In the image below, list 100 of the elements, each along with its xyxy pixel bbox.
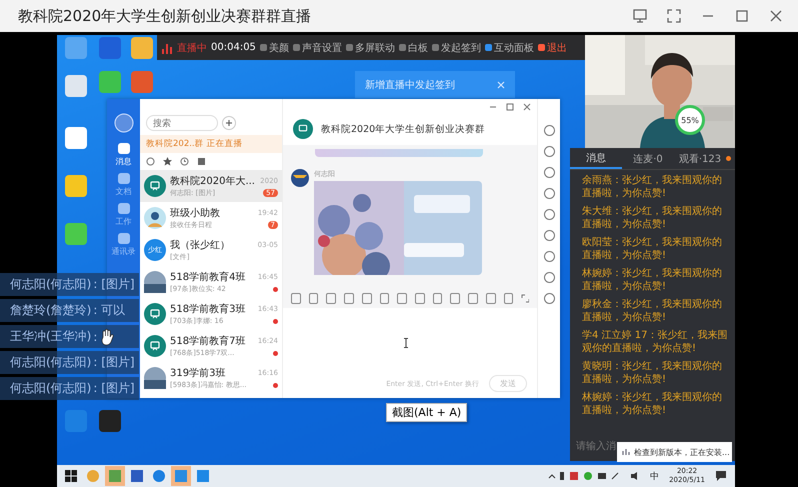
toolbar-button[interactable]: 退出 [538,40,567,54]
group-avatar-icon [144,303,166,325]
sidebar-icon[interactable] [544,188,554,199]
photo-avatar-icon [144,271,166,293]
toolbar-button[interactable]: 声音设置 [292,40,342,54]
filter-icon[interactable] [146,157,155,166]
sidebar-icon[interactable] [544,293,554,304]
group-avatar-icon [144,175,166,197]
toolbar-icon[interactable] [380,293,390,304]
toolbar-button[interactable]: 互动面板 [484,40,534,54]
chat-message: 廖秋金：张少红，我来围观你的直播啦，为你点赞! [582,298,723,324]
chat-message: 朱大维：张少红，我来围观你的直播啦，为你点赞! [582,205,723,231]
toolbar-icon[interactable] [432,293,442,304]
toolbar-button[interactable]: 多屏联动 [346,40,395,54]
toolbar-button[interactable]: 白板 [398,40,428,54]
sidebar-icon[interactable] [544,230,554,241]
chat-message: 欧阳莹：张少红，我来围观你的直播啦，为你点赞! [582,236,723,262]
window-title: 教科院2020年大学生创新创业决赛群群直播 [18,6,312,26]
toolbar-icon[interactable] [308,293,318,304]
toolbar-icon[interactable] [344,293,354,304]
chat-message: 林婉婷：张少红，我来围观你的直播啦，为你点赞! [582,267,723,293]
toolbar-button[interactable]: 美颜 [260,40,289,54]
maximize-icon[interactable] [734,8,750,24]
sidebar-icon[interactable] [544,209,554,220]
toolbar-icon[interactable] [450,293,460,304]
conversation-name: 教科院2020年大... [170,174,255,188]
expand-icon[interactable] [521,294,530,303]
tooltip: 截图(Alt + A) [386,403,468,422]
screen-icon[interactable] [632,8,648,24]
sidebar-icon[interactable] [544,251,554,262]
panel-tab[interactable]: 观看·123 [674,148,726,169]
comment-user: 王华冲(王华冲) [10,328,92,345]
toast-text: 检查到新版本，正在安装... [634,446,730,458]
fullscreen-icon[interactable] [666,8,682,24]
comment-text: : [图片] [93,380,135,397]
conversation-name: 班级小助教 [170,206,220,220]
tray-icons-drawing[interactable] [548,471,620,481]
comment-user: 詹楚玲(詹楚玲) [10,302,92,319]
group-avatar-icon [293,119,313,139]
close-icon[interactable] [523,103,531,111]
app-icon [622,448,630,456]
chat-message: 黄晓明：张少红，我来围观你的直播啦，为你点赞! [582,360,723,386]
person-avatar-icon [144,207,166,229]
taskbar-app-icon[interactable] [87,470,99,482]
toolbar-icon[interactable] [362,293,372,304]
conversation-name: 518学前教育4班 [170,270,246,284]
desktop-icon[interactable] [65,223,87,245]
comment-text: : [图片] [93,276,135,293]
desktop-icon[interactable] [131,37,153,59]
notification-text: 新增直播中发起签到 [365,78,455,92]
status-dot [726,156,731,161]
search-field[interactable]: 搜索 [146,115,218,131]
rail-item[interactable]: 消息 [116,143,132,167]
desktop-icon[interactable] [99,410,121,432]
comment-text: : [图片] [93,354,135,371]
desktop-icon[interactable] [65,75,87,97]
live-status: 直播中 [177,42,207,54]
start-icon[interactable] [65,470,77,482]
close-icon[interactable] [768,8,784,24]
conversation-name: 我（张少红） [170,238,230,252]
desktop-icon[interactable] [65,127,87,149]
toolbar-button[interactable]: 发起签到 [432,40,481,54]
comment-user: 何志阳(何志阳) [10,380,92,397]
toolbar-icon[interactable] [504,293,514,304]
sidebar-icon[interactable] [544,125,554,136]
sidebar-icon[interactable] [544,146,554,157]
calendar-icon[interactable] [197,157,206,166]
group-avatar-icon [144,335,166,357]
text-cursor-icon [403,338,409,348]
chat-message: 学4 江立婷 17：张少红，我来围观你的直播啦，为你点赞! [582,329,728,355]
toolbar-icon[interactable] [326,293,336,304]
add-icon[interactable] [222,116,236,130]
star-icon[interactable] [163,157,172,166]
chat-message: 林婉婷：张少红，我来围观你的直播啦，为你点赞! [582,391,723,417]
comment-user: 何志阳(何志阳) [10,354,92,371]
comment-text: : [93,330,98,344]
sender-avatar-icon [291,169,309,187]
toolbar-icon[interactable] [468,293,478,304]
clock-icon[interactable] [180,157,189,166]
notification-icon[interactable] [715,470,727,482]
taskbar-app-icon[interactable] [153,470,165,482]
toolbar-icon[interactable] [415,293,425,304]
signal-bars-icon [161,42,173,54]
input-method[interactable]: 中 [650,470,660,482]
chat-message: 余雨燕：张少红，我来围观你的直播啦，为你点赞! [582,174,723,200]
avatar-icon[interactable] [114,113,134,133]
sidebar-icon[interactable] [544,272,554,283]
toolbar-icon[interactable] [486,293,496,304]
comment-text: : 可以 [93,302,126,319]
hand-icon [99,328,116,346]
panel-tab[interactable]: 连麦·0 [622,148,674,169]
sidebar-icon[interactable] [544,167,554,178]
maximize-icon[interactable] [506,103,514,111]
conversation-name: 518学前教育7班 [170,334,246,348]
conversation-name: 518学前教育3班 [170,302,246,316]
desktop-icon[interactable] [65,175,87,197]
toolbar-icon[interactable] [291,293,301,304]
chat-title: 教科院2020年大学生创新创业决赛群 [321,122,486,136]
toolbar-icon[interactable] [397,293,408,304]
comment-user: 何志阳(何志阳) [10,276,92,293]
